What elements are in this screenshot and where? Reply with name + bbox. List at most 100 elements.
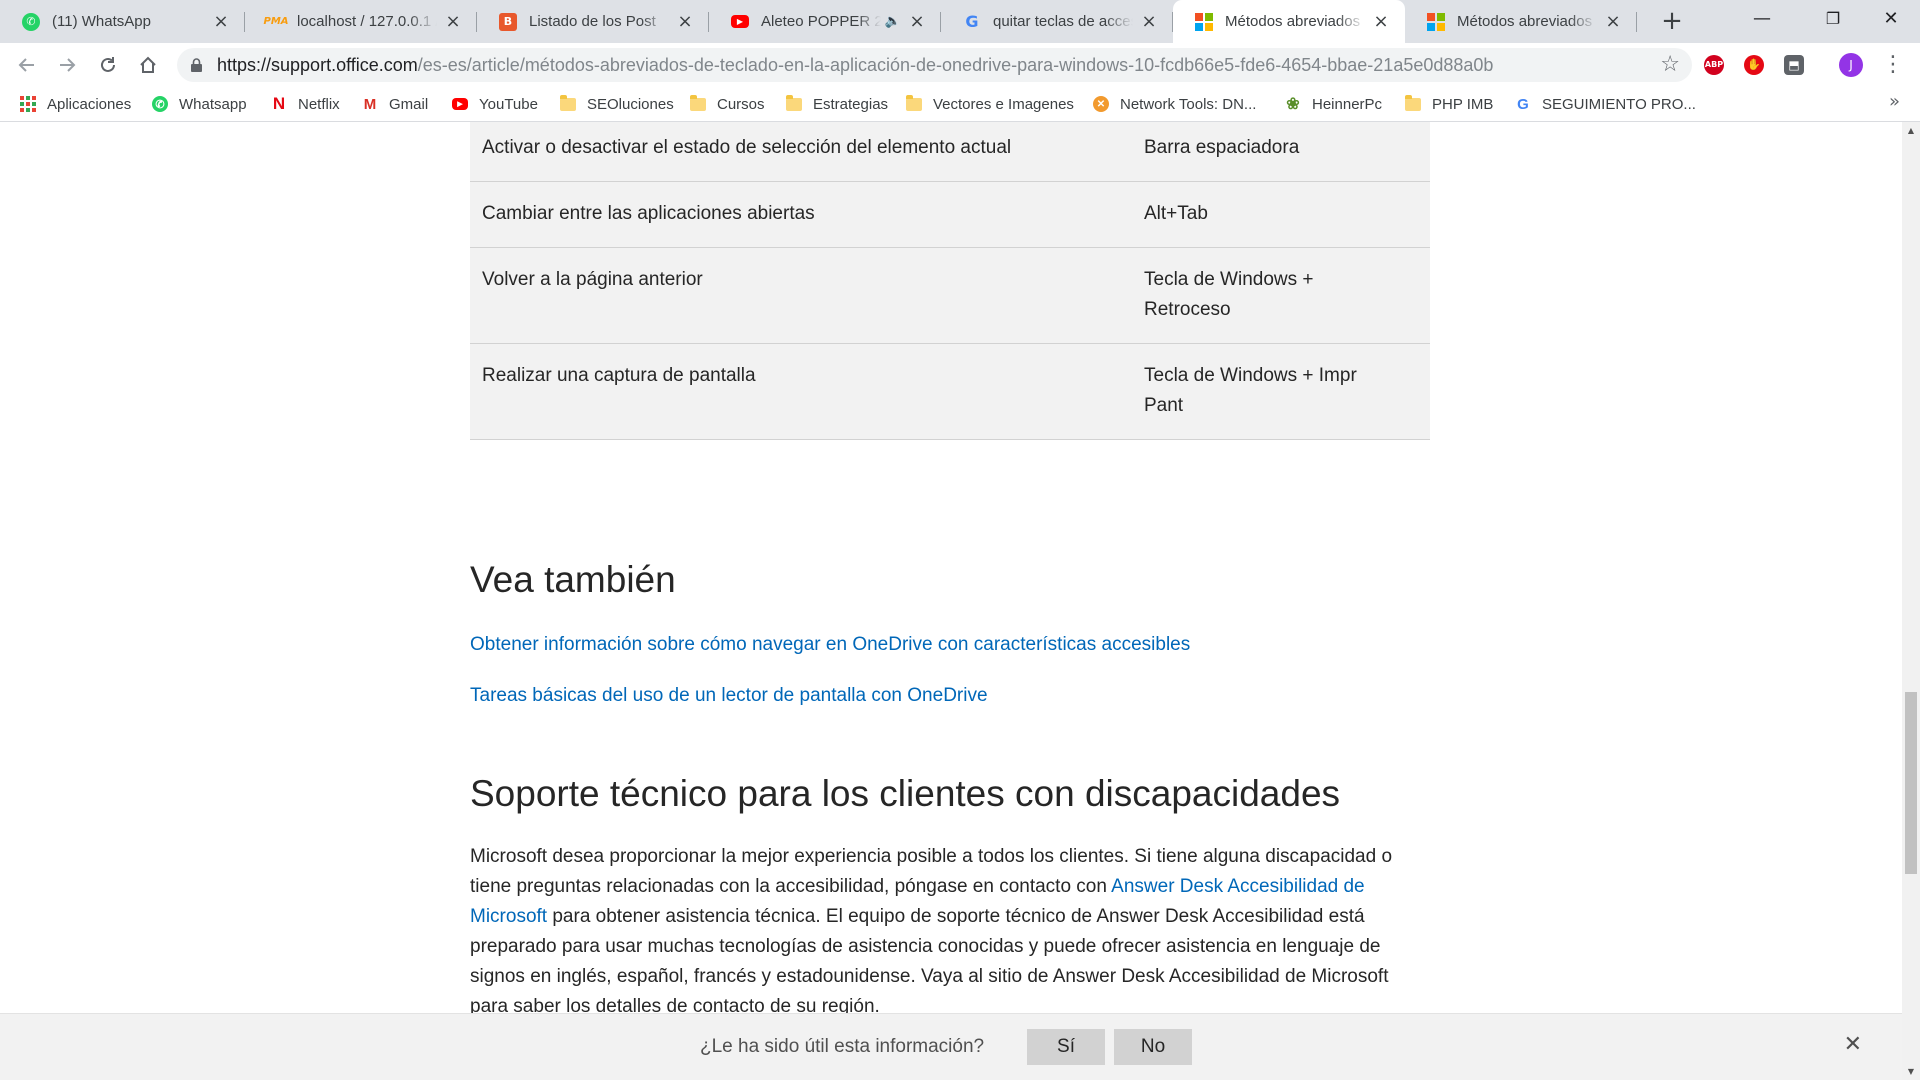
shortcut-action: Realizar una captura de pantalla bbox=[470, 343, 1144, 440]
tab-close-icon[interactable]: × bbox=[443, 11, 463, 32]
bookmark-item[interactable]: SEOluciones bbox=[560, 92, 674, 116]
tab-title: Listado de los Post bbox=[529, 13, 656, 30]
tab-close-icon[interactable]: × bbox=[1371, 11, 1391, 32]
tab-title: Aleteo POPPER 2.5 bbox=[761, 13, 881, 30]
extension-keep-icon[interactable]: ⬒ bbox=[1784, 55, 1804, 75]
youtube-icon: ▶ bbox=[731, 15, 749, 28]
folder-icon bbox=[690, 94, 706, 112]
browser-tab[interactable]: PMA localhost / 127.0.0.1 / b × bbox=[245, 0, 477, 43]
feedback-close-icon[interactable]: ✕ bbox=[1844, 1031, 1862, 1057]
bookmark-item[interactable]: Cursos bbox=[690, 92, 765, 116]
adblock-plus-icon[interactable]: ABP bbox=[1704, 55, 1724, 75]
shortcut-action: Volver a la página anterior bbox=[470, 247, 1144, 344]
shortcut-keys: Alt+Tab bbox=[1144, 181, 1430, 248]
bookmark-label: Cursos bbox=[717, 95, 765, 113]
whatsapp-icon: ✆ bbox=[22, 12, 40, 31]
new-tab-button[interactable]: + bbox=[1655, 5, 1689, 39]
bookmarks-overflow-button[interactable]: » bbox=[1889, 91, 1900, 112]
forward-button[interactable] bbox=[51, 49, 83, 81]
browser-tab[interactable]: ✆ (11) WhatsApp × bbox=[0, 0, 245, 43]
bookmark-label: PHP IMB bbox=[1432, 95, 1494, 113]
bookmark-label: YouTube bbox=[479, 95, 538, 113]
table-row: Activar o desactivar el estado de selecc… bbox=[470, 122, 1430, 182]
minimize-button[interactable]: — bbox=[1733, 0, 1791, 38]
bookmark-item[interactable]: G SEGUIMIENTO PRO... bbox=[1515, 92, 1696, 116]
support-paragraph: Microsoft desea proporcionar la mejor ex… bbox=[470, 842, 1430, 1022]
netflix-icon: N bbox=[272, 94, 286, 113]
folder-icon bbox=[786, 94, 802, 112]
bookmark-label: SEGUIMIENTO PRO... bbox=[1542, 95, 1696, 113]
bookmark-label: SEOluciones bbox=[587, 95, 674, 113]
scrollbar-thumb[interactable] bbox=[1905, 692, 1917, 874]
profile-avatar[interactable]: J bbox=[1839, 53, 1863, 77]
scroll-up-arrow-icon[interactable]: ▲ bbox=[1902, 122, 1920, 139]
feedback-yes-button[interactable]: Sí bbox=[1027, 1029, 1105, 1065]
see-also-heading: Vea también bbox=[470, 559, 676, 600]
bookmark-item[interactable]: ✕ Network Tools: DN... bbox=[1093, 92, 1256, 116]
tab-close-icon[interactable]: × bbox=[211, 11, 231, 32]
adblock-hand-icon[interactable]: ✋ bbox=[1744, 55, 1764, 75]
tab-close-icon[interactable]: × bbox=[1603, 11, 1623, 32]
table-row: Volver a la página anterior Tecla de Wind… bbox=[470, 247, 1430, 344]
see-also-link-navigate[interactable]: Obtener información sobre cómo navegar e… bbox=[470, 634, 1190, 656]
table-row: Realizar una captura de pantalla Tecla de… bbox=[470, 343, 1430, 440]
reload-button[interactable] bbox=[92, 49, 124, 81]
browser-tab[interactable]: Gquitar teclas de acceso × bbox=[941, 0, 1173, 43]
tab-title: (11) WhatsApp bbox=[52, 13, 151, 30]
bookmark-item[interactable]: Estrategias bbox=[786, 92, 888, 116]
bookmark-item[interactable]: PHP IMB bbox=[1405, 92, 1493, 116]
feedback-question: ¿Le ha sido útil esta información? bbox=[700, 1036, 985, 1057]
microsoft-icon bbox=[1195, 12, 1213, 31]
home-button[interactable] bbox=[132, 49, 164, 81]
see-also-link-screen-reader[interactable]: Tareas básicas del uso de un lector de p… bbox=[470, 685, 988, 707]
back-button[interactable] bbox=[11, 49, 43, 81]
back-arrow-icon bbox=[18, 58, 34, 72]
browser-menu-icon[interactable]: ⋮ bbox=[1882, 51, 1904, 79]
bookmark-label: Vectores e Imagenes bbox=[933, 95, 1074, 113]
network-tools-icon: ✕ bbox=[1093, 96, 1109, 112]
bookmark-star-icon[interactable]: ☆ bbox=[1660, 52, 1680, 77]
phpmyadmin-icon: PMA bbox=[263, 16, 289, 27]
tab-title: Métodos abreviados de bbox=[1457, 13, 1597, 30]
lock-icon bbox=[191, 58, 202, 72]
bookmark-item[interactable]: ❀ HeinnerPc bbox=[1285, 92, 1382, 116]
apps-grid-icon bbox=[20, 96, 36, 112]
page-viewport: Activar o desactivar el estado de selecc… bbox=[0, 122, 1902, 1080]
url-text[interactable]: https://support.office.com/es-es/article… bbox=[217, 55, 1493, 76]
browser-tab[interactable]: ▶ Aleteo POPPER 2.5 🔈 × bbox=[709, 0, 941, 43]
article-body: Activar o desactivar el estado de selecc… bbox=[470, 122, 1430, 1017]
browser-tab[interactable]: B Listado de los Post × bbox=[477, 0, 709, 43]
support-text-end: para obtener asistencia técnica. El equi… bbox=[470, 906, 1389, 1017]
bookmark-label: Aplicaciones bbox=[47, 95, 132, 113]
vertical-scrollbar[interactable]: ▲ ▼ bbox=[1902, 122, 1920, 1080]
scroll-down-arrow-icon[interactable]: ▼ bbox=[1902, 1063, 1920, 1080]
browser-tab[interactable]: Métodos abreviados de × bbox=[1173, 0, 1405, 43]
tab-close-icon[interactable]: × bbox=[675, 11, 695, 32]
restore-button[interactable]: ❐ bbox=[1804, 0, 1862, 38]
tab-close-icon[interactable]: × bbox=[907, 11, 927, 32]
window-close-button[interactable]: ✕ bbox=[1862, 0, 1920, 38]
shortcut-keys: Tecla de Windows + Retroceso bbox=[1144, 247, 1430, 344]
address-bar[interactable]: https://support.office.com/es-es/article… bbox=[177, 48, 1692, 82]
feedback-no-button[interactable]: No bbox=[1114, 1029, 1192, 1065]
feedback-bar: ¿Le ha sido útil esta información? Sí No… bbox=[0, 1013, 1902, 1080]
bookmark-item[interactable]: N Netflix bbox=[271, 92, 340, 116]
speaker-icon[interactable]: 🔈 bbox=[885, 14, 901, 29]
bookmark-item[interactable]: Aplicaciones bbox=[20, 92, 131, 116]
home-icon bbox=[140, 56, 156, 73]
bookmark-item[interactable]: Vectores e Imagenes bbox=[906, 92, 1074, 116]
bookmark-item[interactable]: M Gmail bbox=[362, 92, 428, 116]
browser-toolbar: https://support.office.com/es-es/article… bbox=[0, 43, 1920, 86]
bookmark-item[interactable]: ▶ YouTube bbox=[452, 92, 538, 116]
tab-close-icon[interactable]: × bbox=[1139, 11, 1159, 32]
bookmark-item[interactable]: ✆ Whatsapp bbox=[152, 92, 247, 116]
tab-strip: ✆ (11) WhatsApp × PMA localhost / 127.0.0.1 … bbox=[0, 0, 1920, 43]
tab-divider bbox=[1636, 12, 1637, 32]
tab-title: quitar teclas de acceso bbox=[993, 13, 1133, 30]
gmail-icon: M bbox=[363, 95, 377, 113]
folder-icon bbox=[560, 94, 576, 112]
tab-title: Métodos abreviados de bbox=[1225, 13, 1365, 30]
browser-tab[interactable]: Métodos abreviados de × bbox=[1405, 0, 1637, 43]
support-heading: Soporte técnico para los clientes con di… bbox=[470, 773, 1341, 814]
bookmark-label: Netflix bbox=[298, 95, 340, 113]
